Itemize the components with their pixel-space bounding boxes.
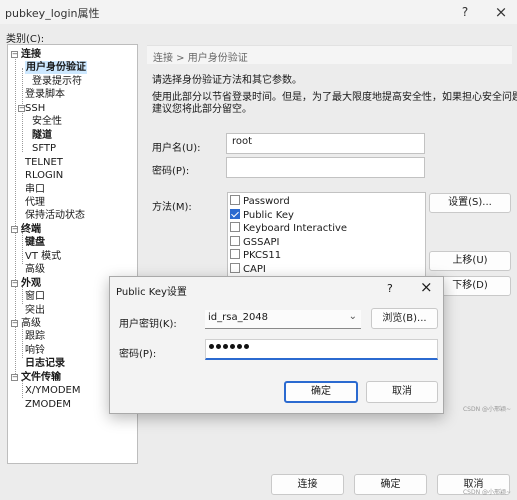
auth-method-item[interactable]: Keyboard Interactive	[230, 222, 347, 235]
passphrase-input[interactable]	[205, 339, 438, 360]
tree-connector	[15, 55, 16, 378]
tree-item[interactable]: VT 模式	[25, 250, 61, 263]
auth-method-item[interactable]: Public Key	[230, 208, 294, 222]
tree-item[interactable]: 键盘	[25, 236, 45, 249]
tree-item[interactable]: 保持活动状态	[25, 209, 85, 222]
tree-item[interactable]: 代理	[25, 196, 45, 209]
username-input[interactable]: root	[226, 133, 425, 154]
tree-item[interactable]: 日志记录	[25, 357, 65, 370]
tree-item[interactable]: 响铃	[25, 344, 45, 357]
tree-item[interactable]: X/YMODEM	[25, 384, 80, 397]
tree-expander-icon[interactable]: −	[11, 225, 18, 233]
password-mask-dot	[223, 344, 228, 349]
auth-method-item[interactable]: CAPI	[230, 263, 266, 276]
category-label: 类别(C):	[6, 34, 45, 45]
tree-expander-icon[interactable]: −	[11, 279, 18, 287]
user-key-label: 用户密钥(K):	[119, 319, 177, 330]
auth-method-item[interactable]: GSSAPI	[230, 235, 280, 249]
tree-item[interactable]: 终端	[21, 223, 41, 236]
tree-item[interactable]: 登录提示符	[32, 75, 82, 88]
password-mask-dot	[237, 344, 242, 349]
tree-item[interactable]: 高级	[25, 263, 45, 276]
auth-method-label: PKCS11	[243, 250, 282, 262]
tree-item[interactable]: 外观	[21, 277, 41, 290]
tree-item[interactable]: 登录脚本	[25, 88, 65, 101]
settings-button[interactable]: 设置(S)...	[429, 193, 511, 213]
connect-button[interactable]: 连接	[271, 474, 344, 495]
checkbox-icon[interactable]	[230, 195, 240, 205]
tree-expander-icon[interactable]: −	[18, 104, 25, 112]
password-label: 密码(P):	[152, 166, 190, 177]
tree-item[interactable]: 跟踪	[25, 330, 45, 343]
passphrase-label: 密码(P):	[119, 349, 157, 360]
checkbox-icon[interactable]	[230, 222, 240, 233]
dialog-ok-button[interactable]: 确定	[284, 381, 358, 403]
ok-button[interactable]: 确定	[354, 474, 427, 495]
tree-expander-icon[interactable]: −	[11, 373, 18, 381]
user-key-value: id_rsa_2048	[208, 312, 269, 323]
note-text-line2: 建议您将此部分留空。	[152, 104, 252, 115]
tree-item[interactable]: 文件传输	[21, 371, 61, 384]
password-mask-dot	[209, 344, 214, 349]
user-key-select[interactable]: id_rsa_2048 ⌄	[205, 310, 361, 329]
watermark: CSDN @小邢颖~	[462, 406, 511, 413]
tree-item[interactable]: SSH	[25, 102, 45, 115]
tree-item[interactable]: 安全性	[32, 115, 62, 128]
tree-expander-icon[interactable]: −	[11, 320, 18, 327]
password-mask-dot	[216, 344, 221, 349]
breadcrumb: 连接 > 用户身份验证	[147, 45, 512, 64]
tree-item[interactable]: 高级	[21, 317, 41, 330]
dialog-help-button[interactable]: ?	[387, 282, 393, 295]
checkbox-icon[interactable]	[230, 235, 240, 246]
browse-button[interactable]: 浏览(B)...	[371, 308, 438, 329]
chevron-down-icon: ⌄	[348, 311, 357, 322]
tree-item[interactable]: 用户身份验证	[25, 61, 87, 75]
tree-item[interactable]: ZMODEM	[25, 398, 71, 411]
dialog-title: Public Key设置	[116, 287, 187, 298]
move-up-button[interactable]: 上移(U)	[429, 251, 511, 271]
tree-item[interactable]: 隧道	[32, 129, 52, 142]
checkbox-icon[interactable]	[230, 249, 240, 260]
tree-item[interactable]: SFTP	[32, 142, 56, 155]
password-mask-dot	[230, 344, 235, 349]
password-mask-dot	[244, 344, 249, 349]
tree-item[interactable]: 窗口	[25, 290, 45, 303]
tree-connector	[22, 326, 23, 358]
help-button[interactable]: ?	[454, 2, 476, 22]
tree-connector	[22, 232, 23, 264]
close-button[interactable]: ×	[490, 2, 512, 22]
tree-item[interactable]: 突出	[25, 304, 45, 317]
method-label: 方法(M):	[152, 202, 192, 213]
watermark-bottom: CSDN @小邢颖~	[462, 489, 511, 496]
username-label: 用户名(U):	[152, 143, 201, 154]
auth-method-list[interactable]: Password Public Key Keyboard Interactive GS…	[227, 192, 426, 280]
public-key-dialog: Public Key设置 ? × 用户密钥(K): id_rsa_2048 ⌄ …	[109, 276, 444, 414]
auth-method-item[interactable]: PKCS11	[230, 249, 281, 262]
window-title: pubkey_login属性	[5, 7, 100, 20]
tree-item[interactable]: RLOGIN	[25, 169, 63, 182]
tree-expander-icon[interactable]: −	[11, 51, 18, 58]
checkbox-checked-icon[interactable]	[230, 208, 240, 219]
auth-method-label: CAPI	[243, 264, 266, 275]
dialog-cancel-button[interactable]: 取消	[366, 381, 438, 403]
auth-method-item[interactable]: Password	[230, 195, 290, 208]
dialog-close-button[interactable]: ×	[420, 278, 433, 296]
tree-item[interactable]: 串口	[25, 183, 45, 196]
auth-method-label: Password	[243, 196, 290, 207]
tree-item[interactable]: 连接	[21, 48, 41, 61]
password-input[interactable]	[226, 157, 425, 178]
auth-method-label: Keyboard Interactive	[243, 223, 348, 235]
auth-method-label: Public Key	[243, 209, 294, 221]
auth-method-label: GSSAPI	[243, 236, 280, 248]
tree-item[interactable]: TELNET	[25, 156, 63, 169]
intro-text: 请选择身份验证方法和其它参数。	[152, 75, 302, 86]
checkbox-icon[interactable]	[230, 263, 240, 273]
